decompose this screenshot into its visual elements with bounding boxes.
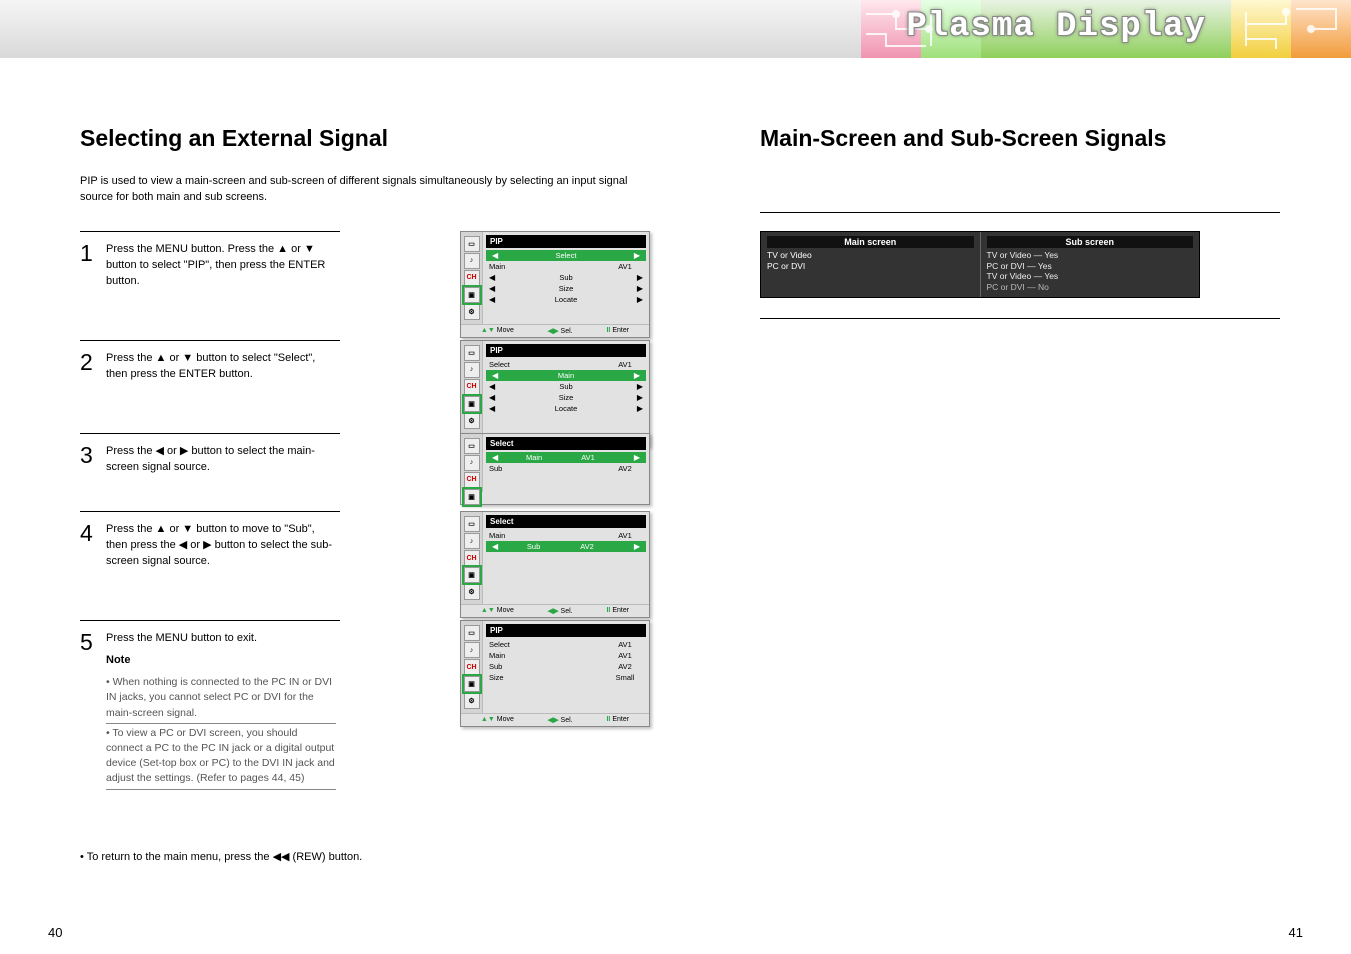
table-header: Main screen (767, 236, 974, 248)
divider (760, 212, 1280, 213)
left-arrow-icon: ◀ (492, 251, 498, 260)
osd-screenshot: ▭♪CH▣⚙ PIP SelectAV1 MainAV1 SubAV2 Size… (460, 620, 650, 727)
step-number: 3 (80, 444, 106, 467)
step-number: 5 (80, 631, 106, 654)
step: 3 Press the ◀ or ▶ button to select the … (80, 433, 660, 506)
page-header-banner: Plasma Display (0, 0, 1351, 58)
table-cell: TV or Video — Yes (987, 271, 1194, 282)
list-item: • To view a PC or DVI screen, you should… (106, 724, 336, 790)
step-number: 2 (80, 351, 106, 374)
pip-compatibility-table: Main screen TV or Video PC or DVI Sub sc… (760, 231, 1200, 298)
divider (80, 620, 340, 621)
table-cell: TV or Video (767, 250, 974, 261)
table-header: Sub screen (987, 236, 1194, 248)
table-cell: PC or DVI — No (987, 282, 1194, 293)
step-number: 1 (80, 242, 106, 265)
step-body: Press the ▲ or ▼ button to select "Selec… (106, 351, 336, 383)
step-body: Press the ▲ or ▼ button to move to "Sub"… (106, 522, 336, 570)
osd-icon-channel: CH (464, 270, 480, 286)
notes-list: • When nothing is connected to the PC IN… (106, 673, 336, 790)
osd-screenshot: ▭ ♪ CH ▣ ⚙ PIP ◀Select▶ MainAV1 ◀Sub▶ ◀S… (460, 231, 650, 338)
outro-text: • To return to the main menu, press the … (80, 850, 660, 863)
step-body: Press the ◀ or ▶ button to select the ma… (106, 444, 336, 476)
step-number: 4 (80, 522, 106, 545)
osd-screenshot: ▭♪CH▣⚙ Select MainAV1 ◀SubAV2▶ ▲▼Move ◀▶… (460, 511, 650, 618)
circuit-icon (1236, 4, 1346, 54)
osd-screenshot: ▭♪CH▣ Select ◀MainAV1▶ SubAV2 (460, 433, 650, 505)
left-column: Selecting an External Signal PIP is used… (80, 125, 660, 863)
divider (80, 340, 340, 341)
table-cell: PC or DVI — Yes (987, 261, 1194, 272)
step-body: Press the MENU button. Press the ▲ or ▼ … (106, 242, 336, 290)
divider (80, 231, 340, 232)
brand-title: Plasma Display (906, 8, 1206, 46)
osd-icon-picture: ▭ (464, 236, 480, 252)
page-number: 40 (48, 925, 62, 940)
section-title: Main-Screen and Sub-Screen Signals (760, 125, 1280, 152)
right-column: Main-Screen and Sub-Screen Signals Main … (760, 125, 1280, 319)
right-arrow-icon: ▶ (634, 251, 640, 260)
osd-screenshot: ▭♪CH▣⚙ PIP SelectAV1 ◀Main▶ ◀Sub▶ ◀Size▶… (460, 340, 650, 447)
table-cell: TV or Video — Yes (987, 250, 1194, 261)
page-number: 41 (1289, 925, 1303, 940)
table-cell: PC or DVI (767, 261, 974, 272)
list-item: • When nothing is connected to the PC IN… (106, 673, 336, 724)
step: 2 Press the ▲ or ▼ button to select "Sel… (80, 340, 660, 413)
step: 5 Press the MENU button to exit. Note • … (80, 620, 660, 819)
step-body: Press the MENU button to exit. Note • Wh… (106, 631, 336, 789)
step: 4 Press the ▲ or ▼ button to move to "Su… (80, 511, 660, 600)
osd-icon-setup: ⚙ (464, 304, 480, 320)
osd-icon-pip: ▣ (464, 287, 480, 303)
divider (80, 511, 340, 512)
note-label: Note (106, 653, 336, 669)
step: 1 Press the MENU button. Press the ▲ or … (80, 231, 660, 320)
section-title: Selecting an External Signal (80, 125, 660, 152)
divider (80, 433, 340, 434)
intro-text: PIP is used to view a main-screen and su… (80, 174, 660, 206)
osd-title: PIP (486, 235, 646, 248)
divider (760, 318, 1280, 319)
osd-icon-sound: ♪ (464, 253, 480, 269)
